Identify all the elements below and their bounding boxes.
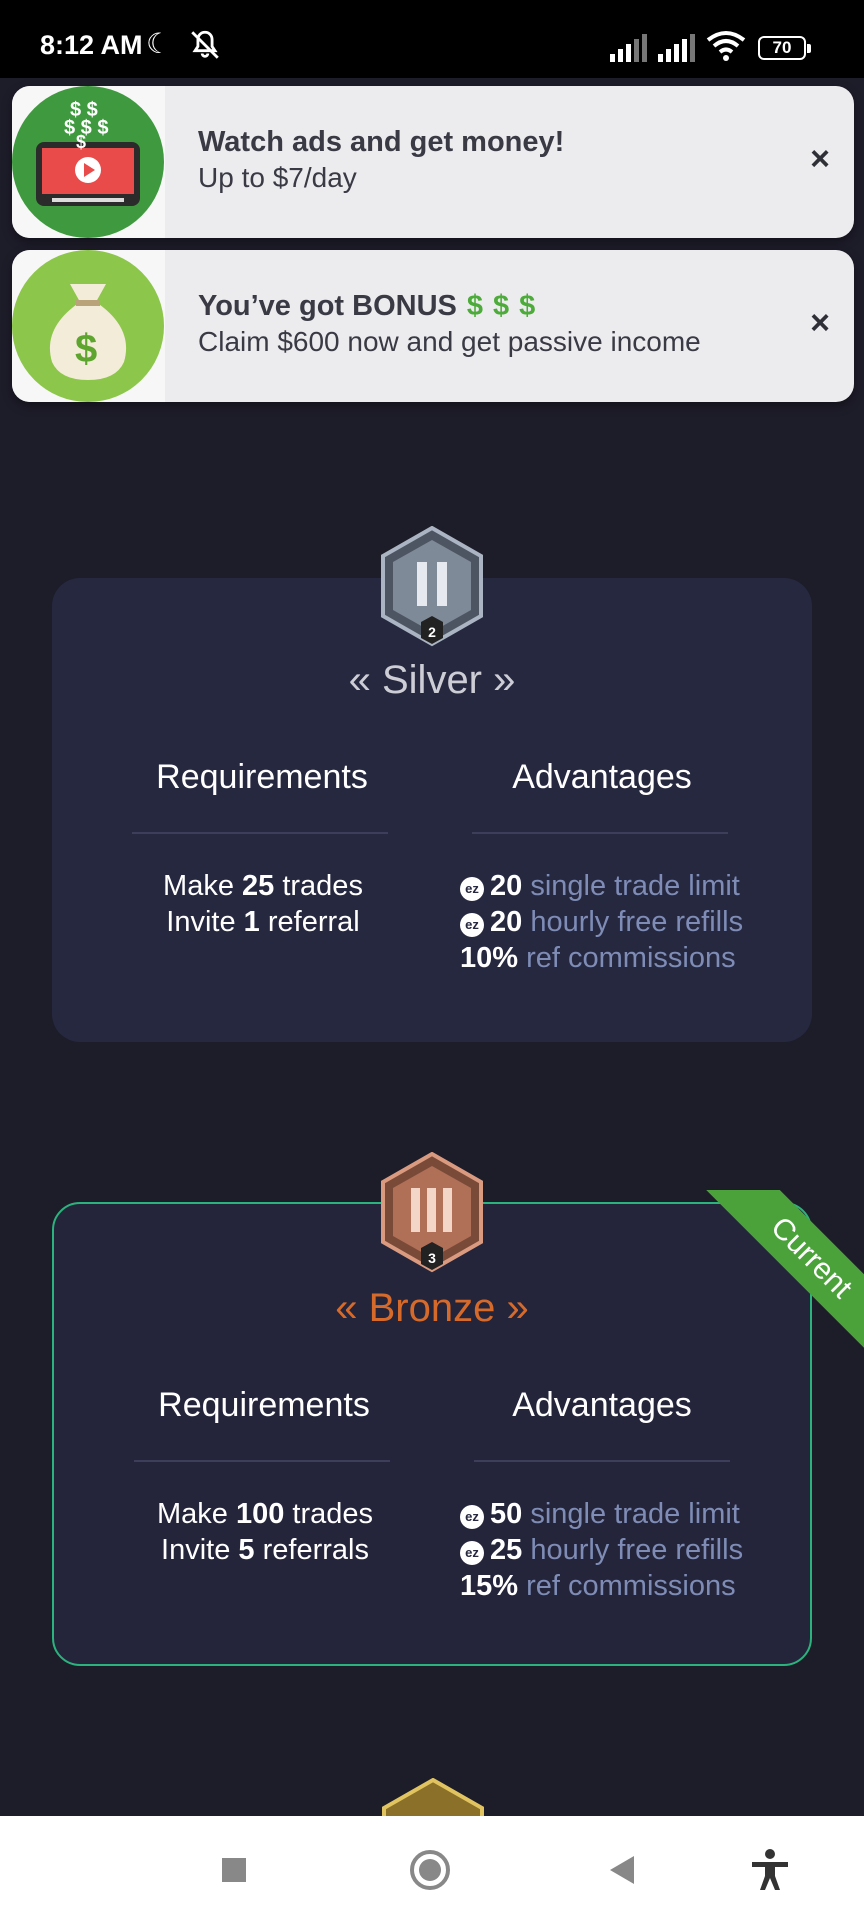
wifi-icon	[706, 31, 746, 61]
system-nav-bar	[0, 1816, 864, 1920]
advantage-item: ez 20 hourly free refills	[460, 904, 743, 940]
notification-watch-ads[interactable]: $ $ $ $ $ $ Watch ads and get money! Up …	[12, 86, 854, 238]
advantage-item: ez 50 single trade limit	[460, 1496, 743, 1532]
divider	[472, 832, 728, 834]
advantages-heading: Advantages	[512, 1386, 692, 1424]
battery-level: 70	[772, 38, 792, 57]
ez-coin-icon: ez	[460, 1505, 484, 1529]
divider	[134, 1460, 390, 1462]
requirement-item: Make 100 trades	[156, 1498, 374, 1530]
accessibility-icon[interactable]	[746, 1846, 794, 1894]
advantage-item: ez 20 single trade limit	[460, 868, 743, 904]
svg-text:$: $	[75, 327, 97, 371]
signal-strength-icon	[658, 34, 695, 62]
dollar-signs: $$$	[466, 290, 546, 322]
notification-subtitle: Claim $600 now and get passive income	[198, 326, 701, 357]
signal-strength-icon	[610, 34, 647, 62]
notification-title: Watch ads and get money!	[198, 126, 565, 158]
tier-name: « Silver »	[348, 658, 516, 702]
advantage-item: ez 25 hourly free refills	[460, 1532, 743, 1568]
requirements-list: Make 100 trades Invite 5 referrals	[100, 1496, 430, 1568]
advantages-list: ez 50 single trade limit ez 25 hourly free…	[460, 1496, 743, 1604]
badge-level: 3	[428, 1250, 436, 1266]
money-bag-icon: $	[12, 250, 165, 402]
notification-subtitle: Up to $7/day	[198, 162, 357, 193]
requirement-item: Invite 1 referral	[166, 906, 360, 938]
svg-text:$ $ $: $ $ $	[64, 117, 108, 139]
advantages-heading: Advantages	[512, 758, 692, 796]
bronze-rank-badge-icon: 3	[381, 1152, 483, 1273]
home-circle-icon[interactable]	[406, 1846, 454, 1894]
muted-bell-icon	[191, 30, 219, 59]
watch-ads-icon: $ $ $ $ $ $	[12, 86, 165, 238]
battery-icon: 70	[758, 36, 811, 60]
badge-level: 2	[428, 624, 436, 640]
status-time: 8:12 AM	[40, 30, 143, 60]
notification-title: You’ve got BONUS $$$	[198, 290, 545, 323]
tier-card-silver: 2 « Silver » Requirements Advantages Mak…	[52, 526, 812, 1042]
ez-coin-icon: ez	[460, 1541, 484, 1565]
advantage-item: 10% ref commissions	[460, 942, 736, 974]
do-not-disturb-moon-icon: ☾	[146, 28, 172, 59]
requirements-list: Make 25 trades Invite 1 referral	[98, 868, 428, 940]
status-bar: 8:12 AM ☾ 70	[0, 0, 864, 78]
tier-card-bronze: 3 Current « Bronze » Requirements Advant…	[52, 1152, 864, 1666]
advantages-list: ez 20 single trade limit ez 20 hourly free…	[460, 868, 743, 976]
notification-bonus[interactable]: $ You’ve got BONUS $$$ Claim $600 now and…	[12, 250, 854, 402]
svg-text:$: $	[76, 132, 86, 152]
requirements-heading: Requirements	[158, 1386, 370, 1424]
silver-rank-badge-icon: 2	[381, 526, 483, 647]
requirements-heading: Requirements	[156, 758, 368, 796]
close-icon[interactable]: ×	[810, 304, 830, 343]
back-triangle-icon[interactable]	[598, 1846, 646, 1894]
tier-name: « Bronze »	[335, 1286, 529, 1330]
close-icon[interactable]: ×	[810, 140, 830, 179]
divider	[132, 832, 388, 834]
gold-rank-badge-icon	[382, 1778, 484, 1818]
requirement-item: Invite 5 referrals	[161, 1534, 369, 1566]
advantage-item: 15% ref commissions	[460, 1570, 736, 1602]
ez-coin-icon: ez	[460, 877, 484, 901]
notification-title-text: You’ve got BONUS	[198, 290, 457, 322]
ez-coin-icon: ez	[460, 913, 484, 937]
requirement-item: Make 25 trades	[163, 870, 363, 902]
divider	[474, 1460, 730, 1462]
recents-square-icon[interactable]	[210, 1846, 258, 1894]
